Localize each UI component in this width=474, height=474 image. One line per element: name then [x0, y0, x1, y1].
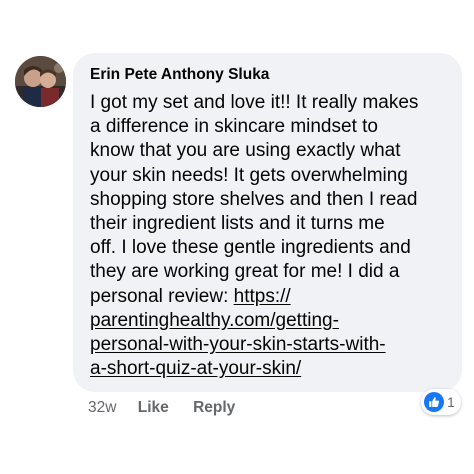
- reaction-summary[interactable]: 1: [421, 389, 461, 415]
- comment-text-prefix: personal review:: [90, 285, 234, 307]
- like-reaction-icon: [424, 392, 444, 412]
- review-link-line: parentinghealthy.com/getting-: [90, 309, 455, 333]
- review-link-line: a-short-quiz-at-your-skin/: [90, 357, 455, 381]
- reaction-count: 1: [447, 394, 455, 410]
- review-link-line: personal-with-your-skin-starts-with-: [90, 333, 455, 357]
- comment-text-line: I got my set and love it!! It really mak…: [90, 92, 419, 113]
- comment-body: I got my set and love it!! It really mak…: [90, 91, 455, 381]
- comment-text-line: your skin needs! It gets overwhelming: [90, 164, 408, 186]
- comment-text-line: their ingredient lists and it turns me: [90, 212, 385, 234]
- comment-text-line: off. I love these gentle ingredients and: [90, 237, 411, 259]
- reply-button[interactable]: Reply: [193, 399, 235, 417]
- comment-text-line: a difference in skincare mindset to: [90, 116, 378, 138]
- comment-timestamp[interactable]: 32w: [88, 399, 116, 417]
- comment-text-line-with-link: personal review: https://: [90, 285, 455, 309]
- review-link-part[interactable]: a-short-quiz-at-your-skin/: [90, 358, 301, 379]
- comment-text-line: shopping store shelves and then I read: [90, 188, 418, 210]
- comment-actions: 32w Like Reply: [88, 399, 235, 417]
- author-avatar[interactable]: [15, 56, 66, 107]
- like-button[interactable]: Like: [138, 399, 169, 417]
- review-link-part[interactable]: personal-with-your-skin-starts-with-: [90, 334, 386, 355]
- review-link-part[interactable]: parentinghealthy.com/getting-: [90, 310, 339, 331]
- comment-text-line: know that you are using exactly what: [90, 140, 401, 162]
- review-link-part[interactable]: https://: [234, 286, 291, 307]
- comment-bubble: Erin Pete Anthony Sluka I got my set and…: [73, 53, 462, 392]
- comment-text-line: they are working great for me! I did a: [90, 261, 400, 283]
- avatar-photo: [15, 56, 66, 107]
- comment-author[interactable]: Erin Pete Anthony Sluka: [90, 66, 269, 84]
